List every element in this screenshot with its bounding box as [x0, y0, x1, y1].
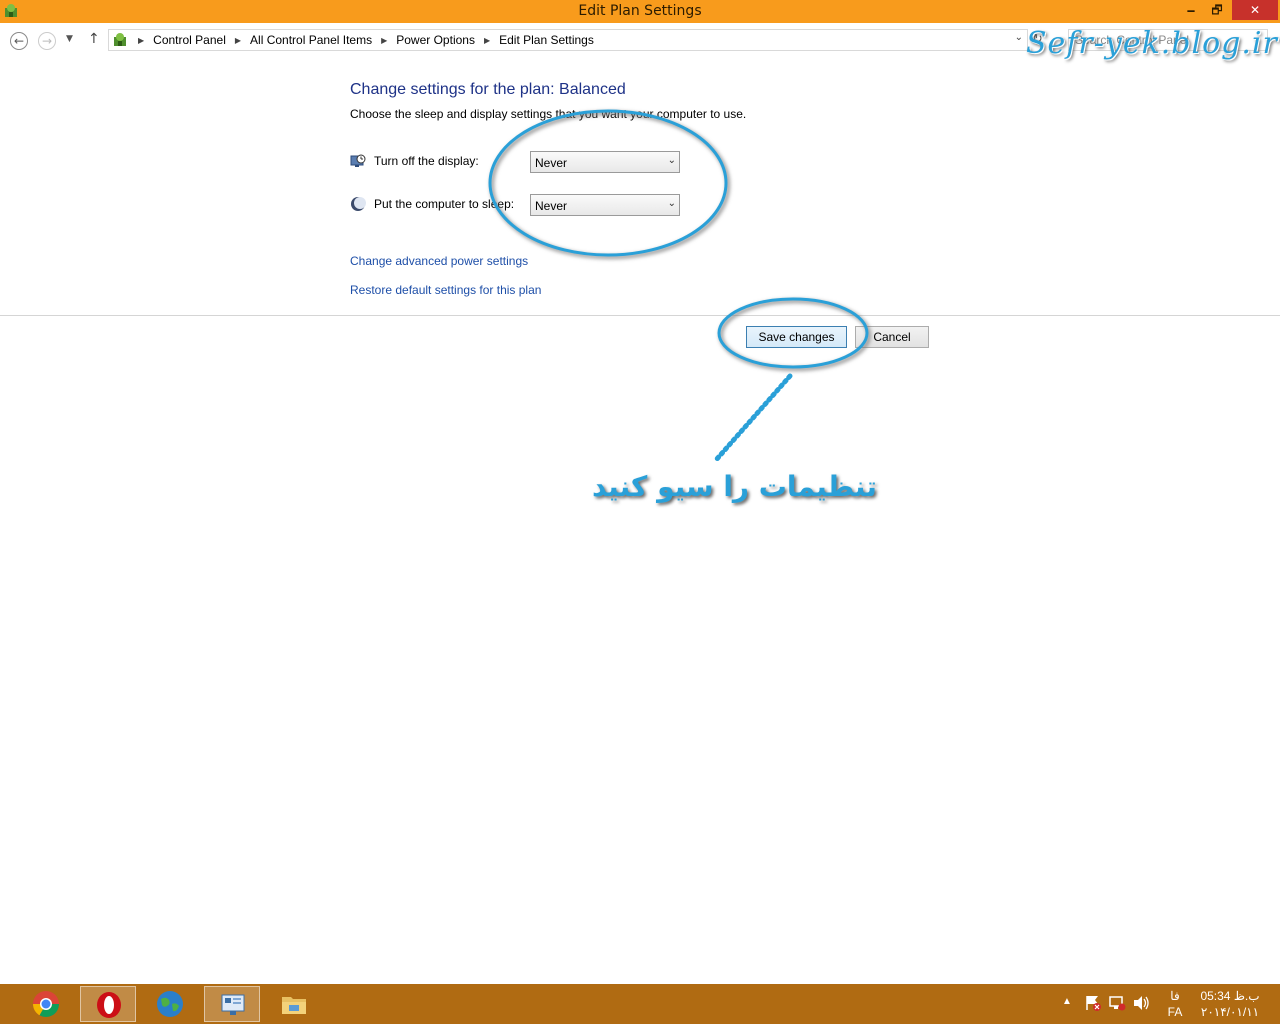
taskbar-control-panel[interactable]	[204, 986, 260, 1022]
highlight-ellipse-save	[717, 297, 869, 369]
taskbar: ▲ فا FA 05:34 ب.ظ ۲۰۱۴/۰۱/۱۱	[0, 984, 1280, 1024]
taskbar-opera[interactable]	[80, 986, 136, 1022]
taskbar-globe[interactable]	[142, 986, 198, 1022]
volume-icon[interactable]	[1132, 994, 1150, 1012]
globe-icon	[157, 991, 183, 1017]
clock[interactable]: 05:34 ب.ظ ۲۰۱۴/۰۱/۱۱	[1200, 988, 1260, 1028]
annotation-text: تنظیمات را سیو کنید	[592, 470, 877, 503]
language-code: FA	[1167, 1005, 1183, 1019]
chevron-up-icon: ▲	[1062, 996, 1072, 1007]
clock-date: ۲۰۱۴/۰۱/۱۱	[1200, 1005, 1260, 1019]
taskbar-chrome[interactable]	[18, 986, 74, 1022]
opera-icon	[97, 992, 121, 1018]
taskbar-file-explorer[interactable]	[266, 986, 322, 1022]
control-panel-icon	[221, 994, 245, 1015]
highlight-ellipse-dropdowns	[488, 109, 728, 257]
clock-time: 05:34 ب.ظ	[1200, 989, 1260, 1003]
dotted-pointer-line	[713, 373, 793, 463]
action-center-flag-icon[interactable]	[1084, 994, 1102, 1012]
show-hidden-icons-button[interactable]: ▲	[1062, 996, 1072, 1036]
language-indicator[interactable]: فا FA	[1166, 988, 1184, 1028]
language-native: فا	[1170, 989, 1180, 1003]
chrome-icon	[32, 991, 60, 1018]
annotation-overlay	[488, 109, 869, 463]
file-explorer-icon	[282, 997, 306, 1014]
network-icon[interactable]	[1108, 994, 1126, 1012]
